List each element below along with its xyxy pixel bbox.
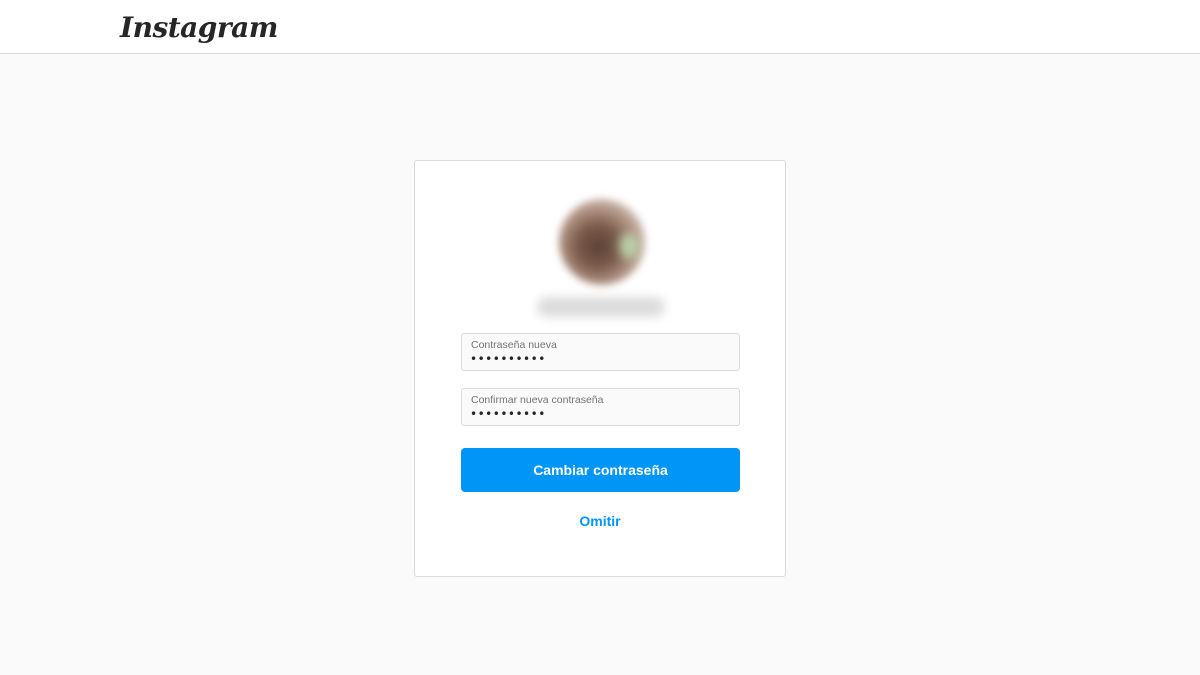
confirm-password-input[interactable] — [470, 407, 730, 421]
confirm-password-label: Confirmar nueva contraseña — [471, 394, 604, 406]
skip-link[interactable]: Omitir — [415, 513, 785, 529]
instagram-logo[interactable]: Instagram — [120, 10, 278, 46]
new-password-input[interactable] — [470, 352, 730, 366]
reset-password-card: Contraseña nueva Confirmar nueva contras… — [414, 160, 786, 577]
confirm-password-field[interactable]: Confirmar nueva contraseña — [461, 388, 740, 426]
blurred-username — [537, 297, 665, 317]
change-password-button[interactable]: Cambiar contraseña — [461, 448, 740, 492]
avatar — [559, 199, 645, 285]
new-password-label: Contraseña nueva — [471, 339, 557, 351]
new-password-field[interactable]: Contraseña nueva — [461, 333, 740, 371]
top-nav-bar: Instagram — [0, 0, 1200, 54]
